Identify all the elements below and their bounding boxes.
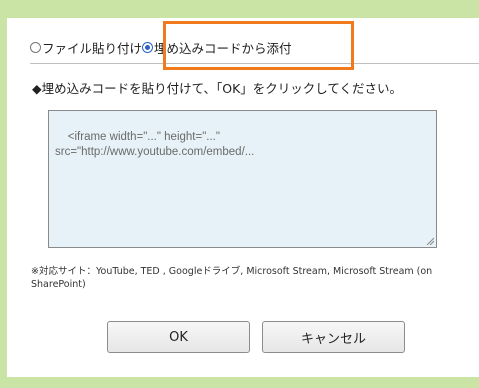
frame-top-border: [0, 0, 479, 18]
resize-grip-icon[interactable]: [426, 237, 434, 245]
radio-file-paste-label: ファイル貼り付け: [42, 40, 143, 56]
frame-bottom-border: [0, 377, 479, 388]
frame-left-border: [0, 0, 7, 388]
cancel-button[interactable]: キャンセル: [262, 321, 405, 353]
supported-sites-note: ※対応サイト：YouTube, TED , Googleドライブ, Micros…: [31, 266, 433, 290]
selection-highlight-box: [163, 21, 354, 70]
embed-code-textarea[interactable]: <iframe width="..." height="..." src="ht…: [48, 110, 437, 248]
dialog-frame: ファイル貼り付け 埋め込みコードから添付 ◆埋め込みコードを貼り付けて、「OK」…: [0, 0, 479, 388]
radio-embed-code-circle[interactable]: [142, 41, 154, 53]
radio-file-paste[interactable]: ファイル貼り付け: [30, 38, 142, 57]
radio-file-paste-circle[interactable]: [30, 41, 41, 53]
ok-button[interactable]: OK: [107, 321, 250, 353]
instruction-text: ◆埋め込みコードを貼り付けて、「OK」をクリックしてください。: [32, 81, 403, 96]
embed-code-placeholder: <iframe width="..." height="..." src="ht…: [55, 131, 255, 158]
